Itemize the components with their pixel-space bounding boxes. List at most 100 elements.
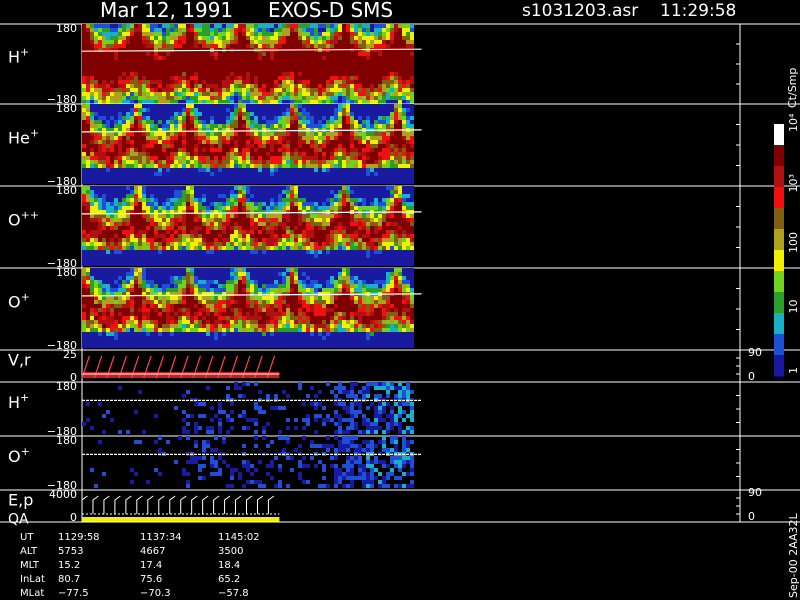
panel-label: H+ <box>8 45 29 66</box>
heatmap-cell <box>94 180 98 184</box>
heatmap-cell <box>290 250 294 254</box>
heatmap-cell <box>234 80 238 84</box>
heatmap-cell <box>182 180 186 184</box>
heatmap-cell <box>314 230 318 234</box>
heatmap-cell <box>138 64 142 68</box>
heatmap-cell <box>214 60 218 64</box>
heatmap-cell <box>182 100 186 104</box>
heatmap-cell <box>162 116 166 120</box>
heatmap-cell <box>170 148 174 152</box>
heatmap-cell <box>166 206 170 210</box>
heatmap-cell <box>222 96 226 100</box>
heatmap-cell <box>202 84 206 88</box>
heatmap-cell <box>330 44 334 48</box>
heatmap-cell <box>198 76 202 80</box>
heatmap-cell <box>402 116 406 120</box>
heatmap-cell <box>222 262 226 266</box>
heatmap-cell <box>226 104 230 108</box>
heatmap-cell <box>182 218 186 222</box>
heatmap-cell <box>126 100 130 104</box>
heatmap-cell <box>186 152 190 156</box>
heatmap-cell <box>102 226 106 230</box>
heatmap-cell <box>194 24 198 28</box>
heatmap-cell <box>86 168 90 172</box>
heatmap-cell <box>170 214 174 218</box>
heatmap-cell <box>114 180 118 184</box>
heatmap-cell <box>234 168 238 172</box>
heatmap-cell <box>86 124 90 128</box>
heatmap-cell <box>374 262 378 266</box>
heatmap-cell <box>158 242 162 246</box>
heatmap-cell <box>194 112 198 116</box>
heatmap-cell <box>226 156 230 160</box>
heatmap-cell <box>198 84 202 88</box>
heatmap-cell <box>214 108 218 112</box>
heatmap-cell <box>102 156 106 160</box>
heatmap-cell <box>214 116 218 120</box>
heatmap-cell <box>230 202 234 206</box>
heatmap-cell <box>186 172 190 176</box>
heatmap-cell <box>150 226 154 230</box>
heatmap-cell <box>250 100 254 104</box>
heatmap-cell <box>98 262 102 266</box>
heatmap-cell <box>106 124 110 128</box>
heatmap-cell <box>262 144 266 148</box>
heatmap-cell <box>214 156 218 160</box>
heatmap-cell <box>402 198 406 202</box>
heatmap-cell <box>146 262 150 266</box>
heatmap-cell <box>274 112 278 116</box>
heatmap-cell <box>390 254 394 258</box>
heatmap-cell <box>202 206 206 210</box>
heatmap-cell <box>266 238 270 242</box>
heatmap-cell <box>106 80 110 84</box>
heatmap-cell <box>266 210 270 214</box>
heatmap-cell <box>306 120 310 124</box>
heatmap-cell <box>122 140 126 144</box>
heatmap-cell <box>110 112 114 116</box>
heatmap-cell <box>294 246 298 250</box>
heatmap-cell <box>218 172 222 176</box>
heatmap-cell <box>86 258 90 262</box>
heatmap-cell <box>106 100 110 104</box>
heatmap-cell <box>146 160 150 164</box>
heatmap-cell <box>234 40 238 44</box>
heatmap-cell <box>222 250 226 254</box>
heatmap-cell <box>182 186 186 190</box>
heatmap-cell <box>202 60 206 64</box>
heatmap-cell <box>150 176 154 180</box>
heatmap-cell <box>290 148 294 152</box>
heatmap-cell <box>230 242 234 246</box>
heatmap-cell <box>338 68 342 72</box>
heatmap-cell <box>122 222 126 226</box>
heatmap-cell <box>258 56 262 60</box>
heatmap-cell <box>262 202 266 206</box>
heatmap-cell <box>94 164 98 168</box>
heatmap-cell <box>270 234 274 238</box>
heatmap-cell <box>118 258 122 262</box>
heatmap-cell <box>254 206 258 210</box>
heatmap-cell <box>126 186 130 190</box>
heatmap-cell <box>290 160 294 164</box>
heatmap-cell <box>106 160 110 164</box>
heatmap-cell <box>262 148 266 152</box>
heatmap-cell <box>270 52 274 56</box>
heatmap-cell <box>406 160 410 164</box>
heatmap-cell <box>238 156 242 160</box>
heatmap-cell <box>306 36 310 40</box>
heatmap-cell <box>166 112 170 116</box>
heatmap-cell <box>258 60 262 64</box>
heatmap-cell <box>178 160 182 164</box>
heatmap-cell <box>162 80 166 84</box>
heatmap-cell <box>162 152 166 156</box>
heatmap-cell <box>330 180 334 184</box>
heatmap-cell <box>334 136 338 140</box>
heatmap-cell <box>118 80 122 84</box>
heatmap-cell <box>230 44 234 48</box>
heatmap-cell <box>382 116 386 120</box>
heatmap-cell <box>202 246 206 250</box>
heatmap-cell <box>330 206 334 210</box>
heatmap-cell <box>350 24 354 28</box>
heatmap-cell <box>258 32 262 36</box>
heatmap-cell <box>134 206 138 210</box>
heatmap-cell <box>138 176 142 180</box>
